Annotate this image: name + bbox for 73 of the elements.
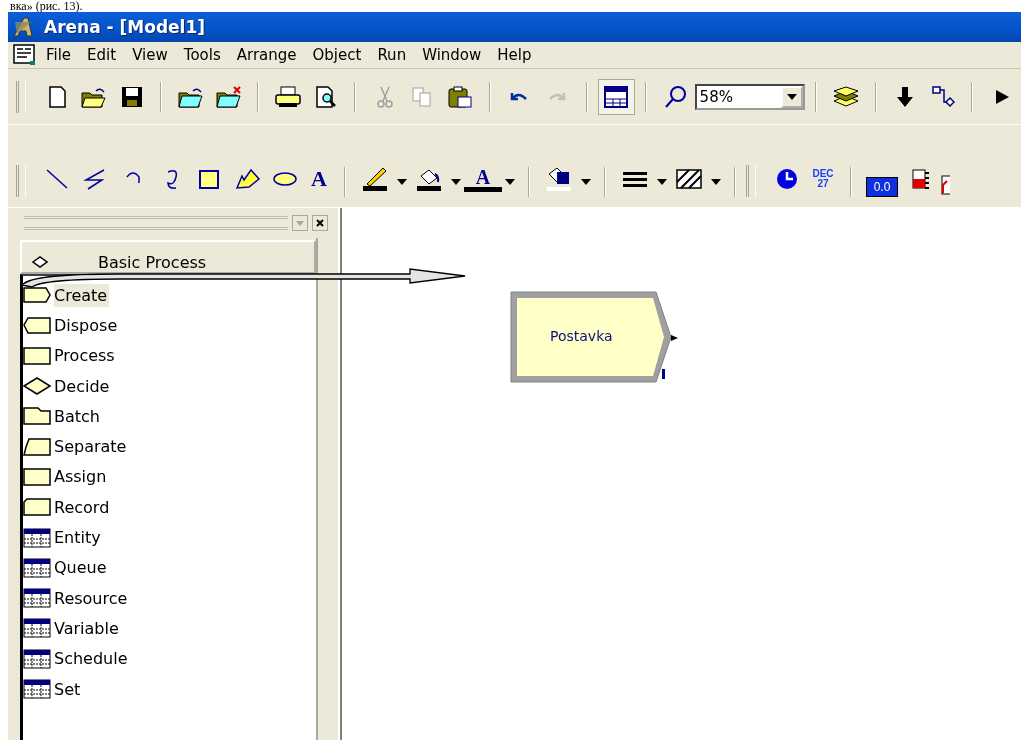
menu-item[interactable]: Tools [175,46,229,64]
caret-icon [787,93,798,100]
menu-item[interactable]: Window [414,46,490,64]
panel-grip[interactable] [24,216,288,230]
menu-item[interactable]: Edit [79,46,125,64]
module-list-item[interactable]: Assign [54,465,109,489]
rectangle-tool-icon[interactable] [197,167,221,191]
close-icon [316,219,324,227]
background-fill-icon[interactable] [545,166,573,192]
module-list-item[interactable]: Dispose [54,313,120,337]
module-label: Postavka [550,328,613,344]
print-preview-icon[interactable] [313,84,338,109]
module-list-item[interactable]: Decide [54,374,112,398]
line-color-icon[interactable] [361,166,389,192]
menu-item[interactable]: File [38,46,80,64]
toolbar-grip[interactable] [746,165,756,197]
diamond-shape-icon [23,375,53,398]
polygon-tool-icon[interactable] [233,167,261,191]
clipboard-icon[interactable] [446,84,473,109]
toolbar-grip[interactable] [16,80,26,113]
window-title: Arena - [Model1] [44,17,206,37]
spreadsheet-icon [23,617,53,640]
search-icon[interactable] [663,84,688,109]
module-list-item[interactable]: Queue [54,556,109,580]
rectangle-shape-icon [23,344,53,367]
module-list-item[interactable]: Set [54,677,83,701]
menu-item[interactable]: Help [489,46,540,64]
module-list-item[interactable]: Resource [54,586,130,610]
module-list-item[interactable]: Record [54,495,112,519]
spreadsheet-icon [23,678,53,700]
arena-logo-icon [12,16,36,38]
document-menu-icon[interactable] [12,43,38,67]
zoom-combo[interactable]: 58% [694,83,806,110]
line-tool-icon[interactable] [44,167,70,191]
clock-icon[interactable] [775,167,799,191]
spreadsheet-icon [23,556,53,579]
printer-icon[interactable] [274,84,303,109]
panel-title-bar[interactable]: Basic Process [20,240,316,274]
chart-icon[interactable] [940,173,950,197]
document-text: вка» (рис. 13). [10,0,83,12]
module-list-item[interactable]: Variable [54,616,121,640]
module-list-item[interactable]: Create [54,283,110,307]
menu-item[interactable]: Arrange [228,46,305,64]
layers-icon[interactable] [831,84,860,109]
spreadsheet-icon [23,647,53,670]
date-button[interactable]: DEC 27 [806,161,840,197]
batch-shape-icon [23,405,53,428]
toolbar-grip[interactable] [16,165,26,197]
caret-icon [296,220,304,226]
module-list-item[interactable]: Schedule [54,647,130,671]
module-list-item[interactable]: Process [54,344,117,368]
module-list-item[interactable]: Entity [54,526,103,549]
digital-display-button[interactable]: 0.0 [866,177,898,197]
close-button[interactable] [312,215,328,231]
close-folder-icon[interactable] [214,84,243,109]
text-color-button[interactable]: A [464,161,502,197]
spreadsheet-icon [23,587,53,610]
rectangle-shape-icon [23,465,53,488]
level-meter-icon[interactable] [910,167,932,191]
separate-shape-icon [23,435,53,458]
hatch-pattern-icon[interactable] [675,167,703,191]
connector-icon[interactable] [930,84,955,109]
menu-item[interactable]: View [124,46,176,64]
layout-toggle-button[interactable] [597,78,636,115]
record-shape-icon [23,496,53,519]
dispose-shape-icon [23,314,53,337]
spreadsheet-icon [23,526,53,549]
dropdown-button[interactable] [781,85,804,108]
module-list-item[interactable]: Separate [54,435,129,459]
menu-item[interactable]: Run [369,46,415,64]
menu-item[interactable]: Object [304,46,370,64]
text-tool-button[interactable]: A [304,161,334,197]
module-list-item[interactable]: Batch [54,404,102,428]
